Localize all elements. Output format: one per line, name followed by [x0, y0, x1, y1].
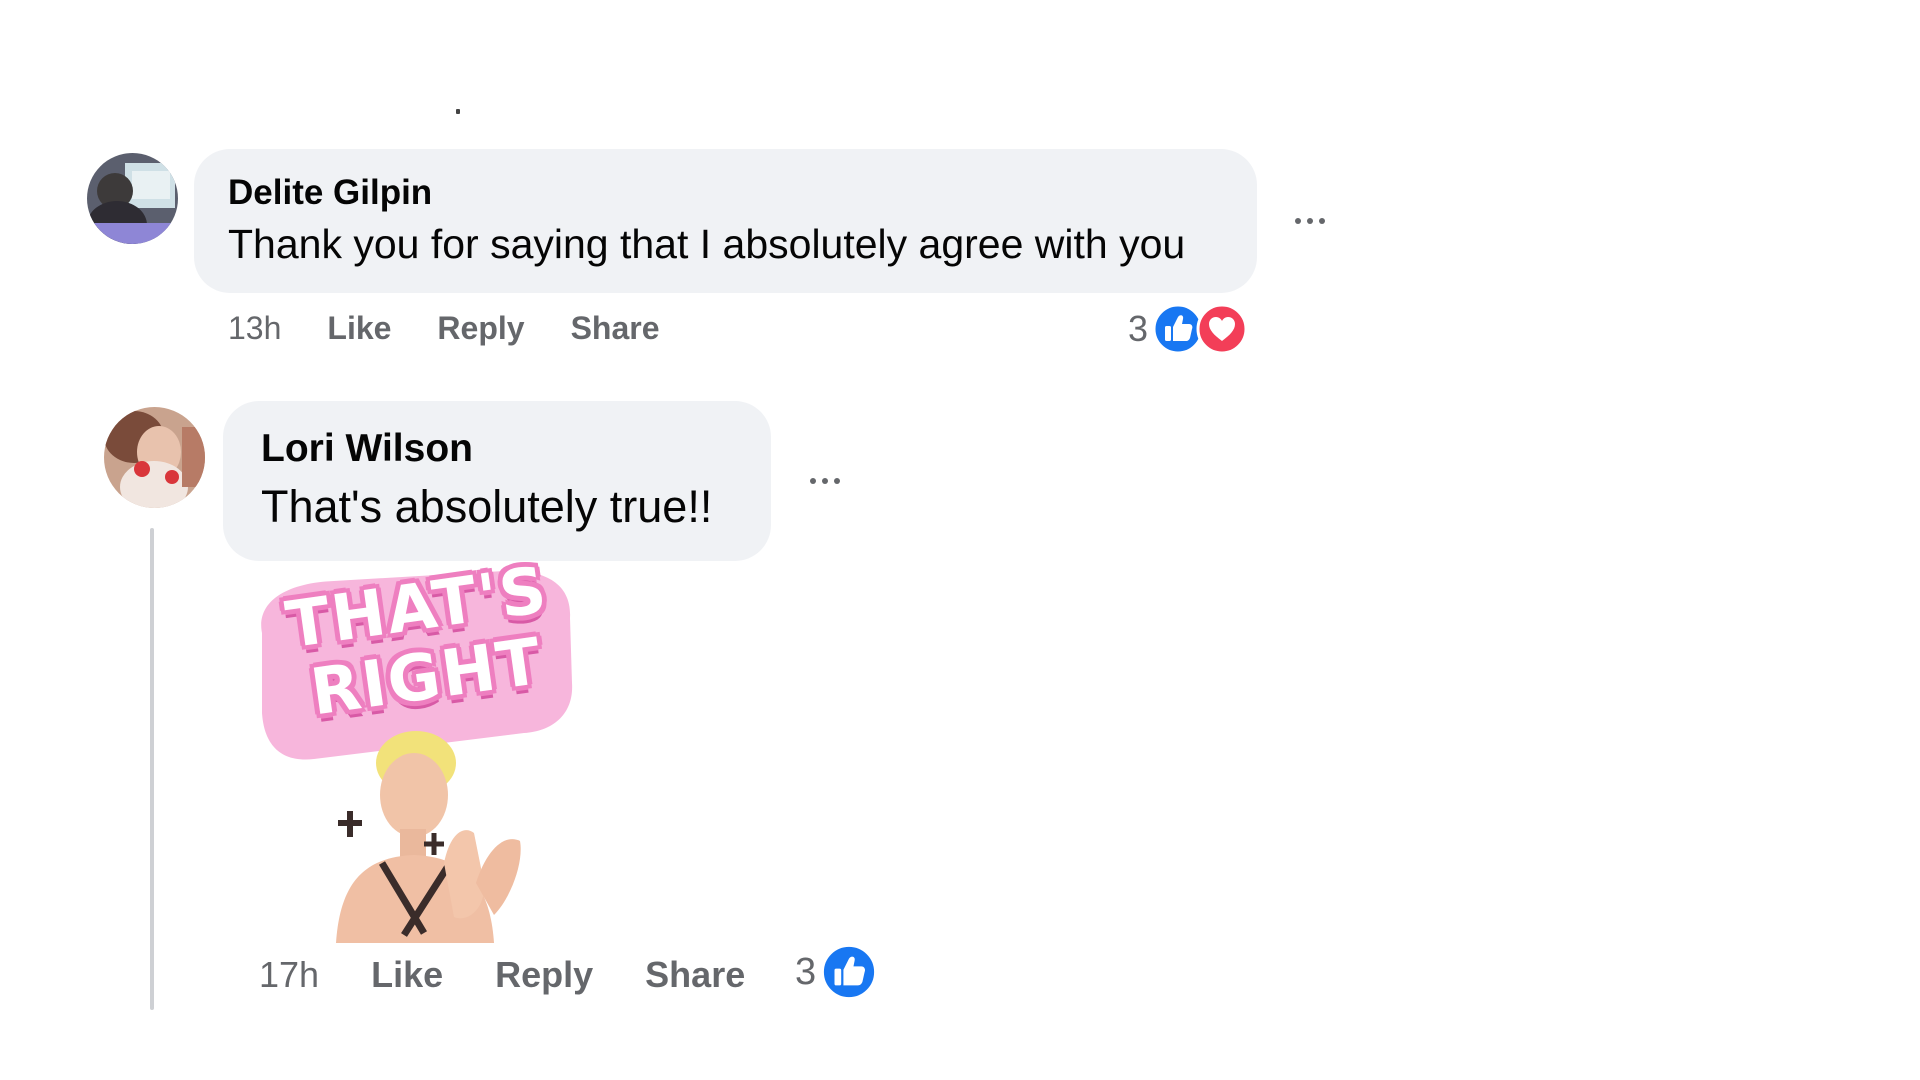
comment-bubble: Delite Gilpin Thank you for saying that … — [194, 149, 1257, 293]
comment-timestamp[interactable]: 13h — [228, 310, 281, 347]
comment-actions: 17h Like Reply Share — [259, 954, 745, 996]
reaction-count: 3 — [1128, 308, 1149, 349]
comments-thread: Delite Gilpin Thank you for saying that … — [0, 0, 1920, 1080]
love-icon — [1196, 303, 1248, 355]
reaction-count: 3 — [795, 950, 817, 993]
thread-line — [150, 528, 154, 1010]
comment-author[interactable]: Delite Gilpin — [228, 173, 432, 213]
avatar[interactable] — [87, 153, 178, 244]
like-icon — [820, 943, 878, 1001]
share-button[interactable]: Share — [571, 310, 660, 347]
reply-button[interactable]: Reply — [437, 310, 524, 347]
comment-author[interactable]: Lori Wilson — [261, 427, 473, 471]
comment-text: Thank you for saying that I absolutely a… — [228, 221, 1186, 267]
more-options-icon[interactable] — [1295, 218, 1325, 224]
reply-button[interactable]: Reply — [495, 954, 593, 996]
share-button[interactable]: Share — [645, 954, 745, 996]
like-button[interactable]: Like — [371, 954, 443, 996]
comment-timestamp[interactable]: 17h — [259, 954, 319, 996]
avatar[interactable] — [104, 407, 205, 508]
stray-mark — [456, 109, 460, 114]
reaction-summary[interactable]: 3 — [1128, 303, 1248, 355]
more-options-icon[interactable] — [810, 478, 840, 484]
reaction-summary[interactable]: 3 — [795, 943, 878, 1001]
sticker[interactable]: THAT'S RIGHT — [254, 553, 574, 943]
comment-actions: 13h Like Reply Share — [228, 310, 660, 347]
comment-text: That's absolutely true!! — [261, 481, 713, 532]
like-button[interactable]: Like — [327, 310, 391, 347]
comment-bubble: Lori Wilson That's absolutely true!! — [223, 401, 771, 561]
